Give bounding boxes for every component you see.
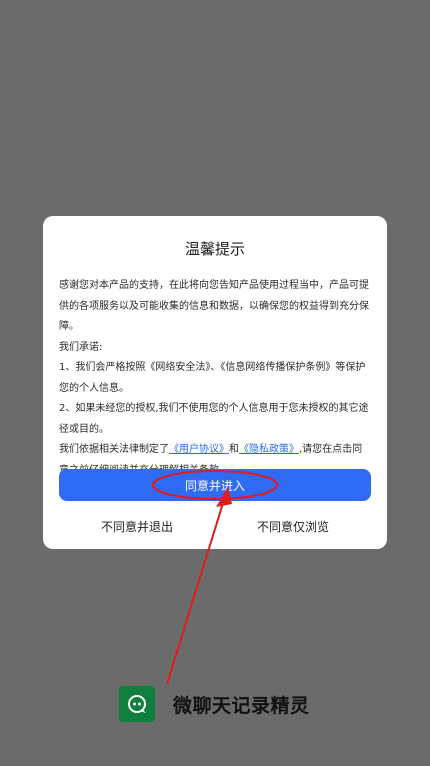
intro-paragraph: 感谢您对本产品的支持，在此将向您告知产品使用过程当中，产品可提供的各项服务以及可… <box>59 280 369 332</box>
dialog-title: 温馨提示 <box>184 240 245 258</box>
promise-item-1: 1、我们会严格按照《网络安全法》、《信息网络传播保护条例》等保护您的个人信息。 <box>59 362 366 394</box>
secondary-actions: 不同意并退出 不同意仅浏览 <box>59 514 371 538</box>
brand-watermark: 微聊天记录精灵 <box>119 686 310 722</box>
policy-prefix-text: 我们依据相关法律制定了 <box>59 444 169 455</box>
promise-heading: 我们承诺: <box>59 341 103 353</box>
brand-name: 微聊天记录精灵 <box>173 694 310 717</box>
promise-item-2: 2、如果未经您的授权,我们不使用您的个人信息用于您未授权的其它途径或目的。 <box>59 403 369 435</box>
and-text: 和 <box>229 444 239 455</box>
user-agreement-link[interactable]: 《用户协议》 <box>169 444 229 455</box>
dialog-body: 感谢您对本产品的支持，在此将向您告知产品使用过程当中，产品可提供的各项服务以及可… <box>59 276 371 481</box>
privacy-dialog: 温馨提示 感谢您对本产品的支持，在此将向您告知产品使用过程当中，产品可提供的各项… <box>43 216 387 549</box>
brand-logo <box>119 686 155 722</box>
disagree-browse-only-button[interactable]: 不同意仅浏览 <box>215 518 371 535</box>
privacy-policy-link[interactable]: 《隐私政策》 <box>239 444 299 455</box>
agree-and-enter-button[interactable]: 同意并进入 <box>59 469 371 501</box>
disagree-and-exit-button[interactable]: 不同意并退出 <box>59 518 215 535</box>
chat-bubble-icon <box>128 695 146 713</box>
agree-button-label: 同意并进入 <box>184 478 245 493</box>
